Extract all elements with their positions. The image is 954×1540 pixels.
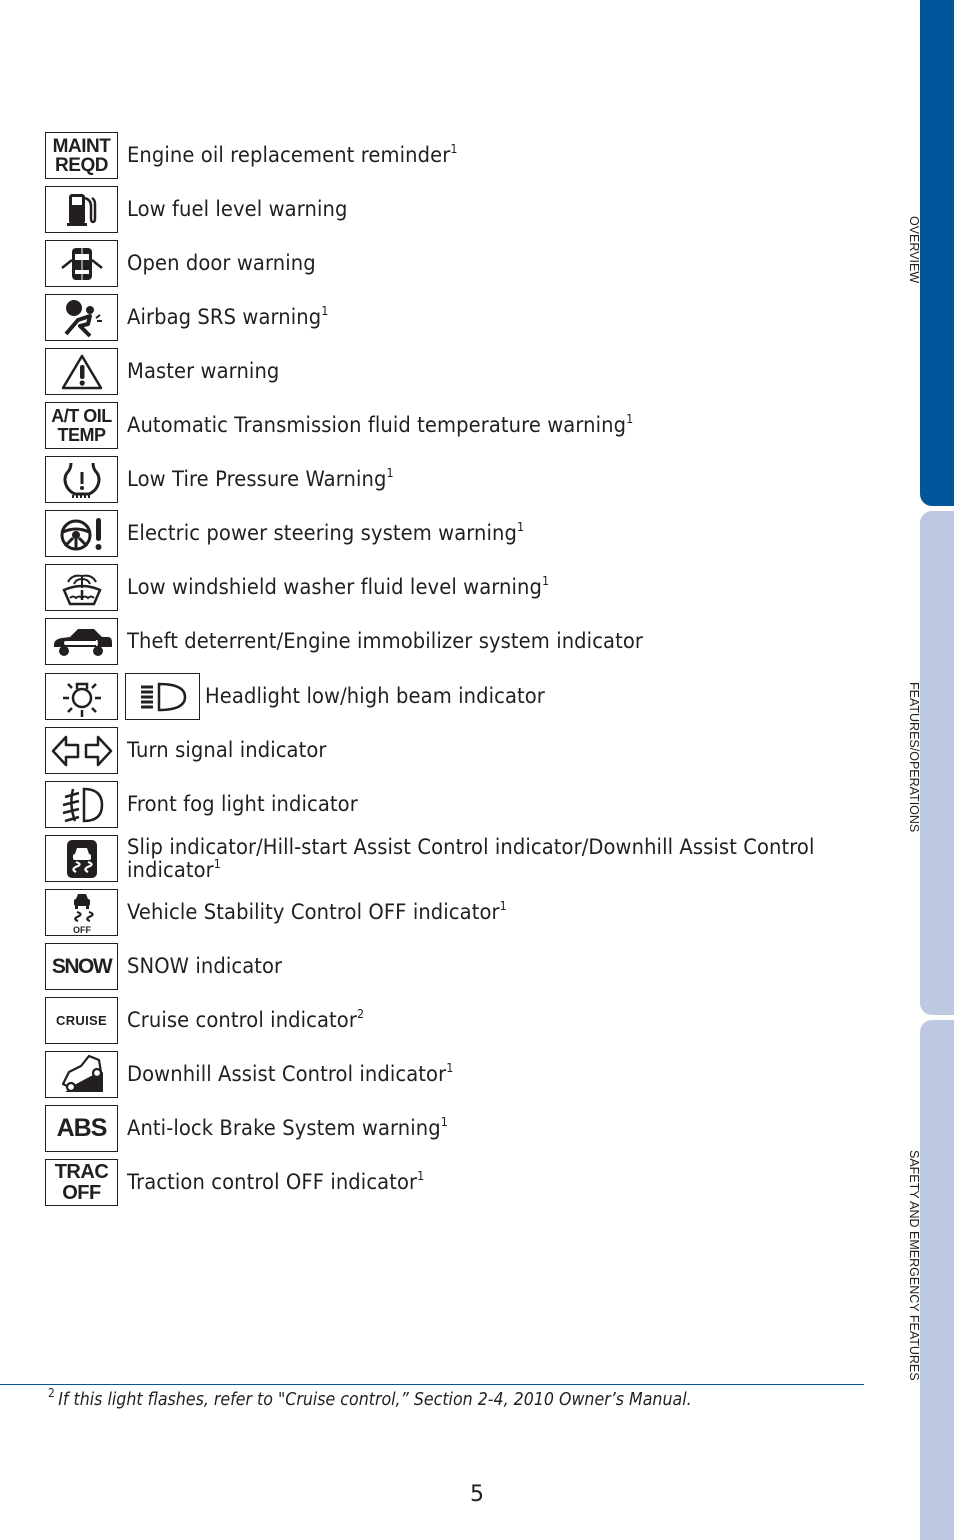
indicator-label: Headlight low/high beam indicator [205,684,545,708]
tab-overview[interactable]: OVERVIEW [907,216,921,283]
indicator-row: MAINT REQD Engine oil replacement reminde… [45,132,482,179]
svg-text:OFF: OFF [73,925,91,935]
footnote: 2 If this light flashes, refer to "Cruise… [48,1386,692,1410]
airbag-icon [45,294,118,341]
indicator-label: Front fog light indicator [127,792,358,816]
indicator-row: Master warning [45,348,291,395]
car-key-icon [45,618,118,665]
indicator-label: Cruise control indicator2 [127,1007,365,1032]
tire-pressure-icon [45,456,118,503]
indicator-label: SNOW indicator [127,954,283,978]
fog-light-icon [45,781,118,828]
indicator-row: Front fog light indicator [45,781,375,828]
indicator-row: A/T OIL TEMP Automatic Transmission fluid… [45,402,671,449]
indicator-row: Low Tire Pressure Warning1 [45,456,414,503]
maint-reqd-icon: MAINT REQD [45,132,118,179]
vsc-off-icon: OFF [45,889,118,936]
indicator-label: Open door warning [127,251,316,275]
indicator-row: CRUISE Cruise control indicator2 [45,997,382,1044]
indicator-row: Turn signal indicator [45,727,342,774]
indicator-label: Anti-lock Brake System warning1 [127,1115,448,1140]
indicator-label: Vehicle Stability Control OFF indicator1 [127,899,507,924]
indicator-label: Turn signal indicator [127,738,327,762]
indicator-row: Headlight low/high beam indicator [45,673,571,720]
trac-off-icon: TRAC OFF [45,1159,118,1206]
fuel-pump-icon [45,186,118,233]
snow-icon: SNOW [45,943,118,990]
indicator-label: Downhill Assist Control indicator1 [127,1061,454,1086]
indicator-label: Low fuel level warning [127,197,348,221]
at-oil-temp-icon: A/T OIL TEMP [45,402,118,449]
footnote-marker: 2 [48,1386,55,1400]
power-steering-icon [45,510,118,557]
footnote-divider [0,1384,864,1385]
indicator-row: ABS Anti-lock Brake System warning1 [45,1105,472,1152]
tab-safety-emergency[interactable]: SAFETY AND EMERGENCY FEATURES [907,1150,921,1381]
indicator-row: OFF Vehicle Stability Control OFF indica… [45,889,535,936]
tab-features-operations-bar[interactable] [920,511,954,1015]
indicator-label: Engine oil replacement reminder1 [127,142,458,167]
indicator-row: TRAC OFF Traction control OFF indicator1 [45,1159,447,1206]
cruise-icon: CRUISE [45,997,118,1044]
indicator-row: SNOW SNOW indicator [45,943,294,990]
tab-overview-bar[interactable] [920,0,954,506]
indicator-row: Low fuel level warning [45,186,364,233]
washer-fluid-icon [45,564,118,611]
indicator-label: Airbag SRS warning1 [127,304,329,329]
indicator-label: Low windshield washer fluid level warnin… [127,574,550,599]
tab-features-operations[interactable]: FEATURES/OPERATIONS [907,682,921,832]
indicator-label: Low Tire Pressure Warning1 [127,466,394,491]
indicator-row: Airbag SRS warning1 [45,294,344,341]
footnote-text: If this light flashes, refer to "Cruise … [58,1389,692,1410]
indicator-label: Automatic Transmission fluid temperature… [127,412,634,437]
slip-indicator-icon [45,835,118,882]
downhill-assist-icon [45,1051,118,1098]
indicator-row: Open door warning [45,240,330,287]
indicator-label: Theft deterrent/Engine immobilizer syste… [127,629,644,653]
light-bulb-icon [45,673,118,720]
tab-safety-emergency-bar[interactable] [920,1020,954,1540]
master-warning-icon [45,348,118,395]
indicator-label: Master warning [127,359,280,383]
indicator-label: Electric power steering system warning1 [127,520,525,545]
indicator-row: Downhill Assist Control indicator1 [45,1051,478,1098]
abs-icon: ABS [45,1105,118,1152]
indicator-row: Low windshield washer fluid level warnin… [45,564,581,611]
page-number: 5 [470,1482,484,1507]
indicator-row: Theft deterrent/Engine immobilizer syste… [45,618,682,665]
indicator-row: Electric power steering system warning1 [45,510,554,557]
open-door-icon [45,240,118,287]
indicator-row: Slip indicator/Hill-start Assist Control… [45,835,867,882]
headlight-icon [125,673,200,720]
indicator-label: Traction control OFF indicator1 [127,1169,425,1194]
indicator-label: Slip indicator/Hill-start Assist Control… [127,834,815,882]
turn-signal-icon [45,727,118,774]
